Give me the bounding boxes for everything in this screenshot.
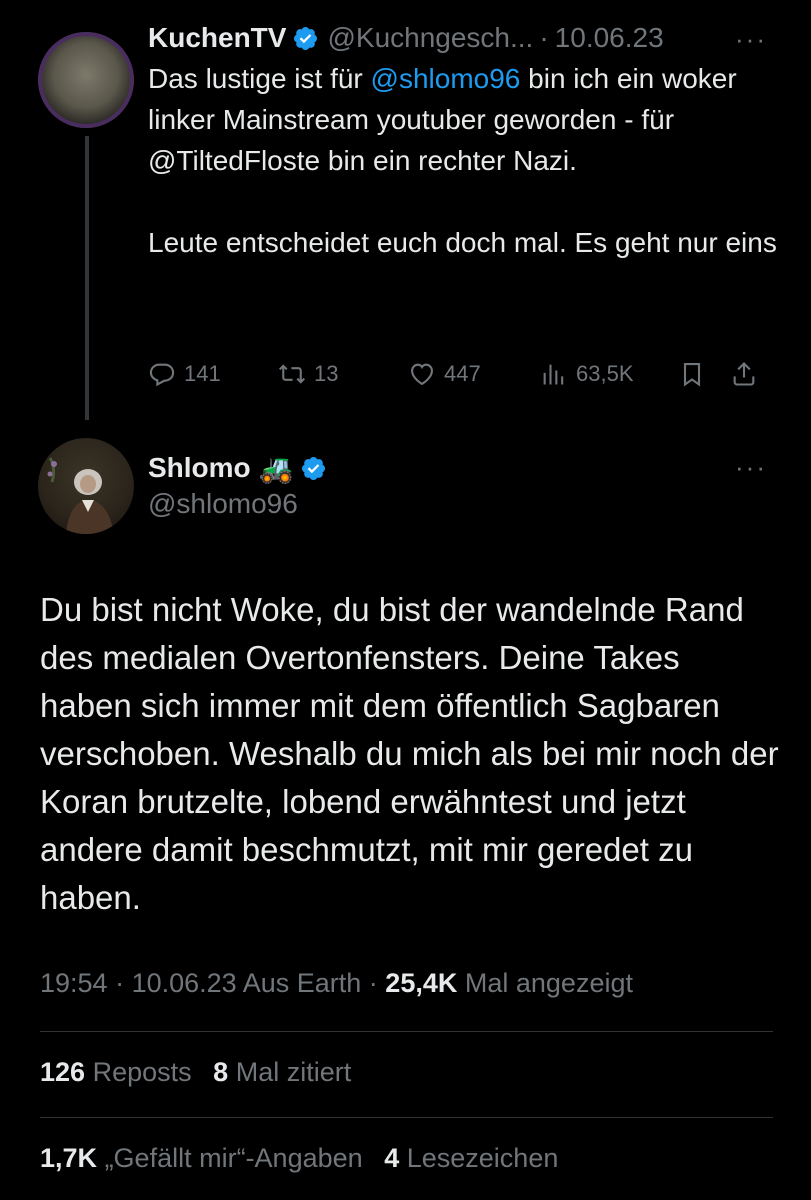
tweet2-more-icon[interactable]: ··· — [735, 452, 767, 483]
reposts-stat[interactable]: 126 Reposts — [40, 1057, 192, 1087]
bookmarks-label: Lesezeichen — [406, 1143, 559, 1173]
tweet1-handle[interactable]: @Kuchngesch... — [327, 22, 533, 54]
heart-icon — [411, 363, 433, 386]
like-stats-row: 1,7K „Gefällt mir“-Angaben 4 Lesezeichen — [40, 1143, 558, 1174]
tweet2-views-count: 25,4K — [385, 968, 458, 998]
like-count: 447 — [444, 361, 481, 386]
share-button[interactable] — [730, 360, 770, 388]
tweet1-header: KuchenTV @Kuchngesch... · 10.06.23 — [148, 18, 664, 58]
tweet2-location: Aus Earth — [242, 968, 362, 998]
repost-icon — [279, 364, 305, 384]
views-button[interactable]: 63,5K — [540, 360, 678, 388]
thread-connector-line — [85, 136, 89, 420]
reply-icon — [149, 363, 175, 387]
tweet2-time[interactable]: 19:54 — [40, 968, 108, 998]
reply-count: 141 — [184, 361, 221, 386]
likes-count: 1,7K — [40, 1143, 98, 1173]
share-icon — [733, 362, 755, 386]
divider — [40, 1117, 773, 1118]
reposts-count: 126 — [40, 1057, 86, 1087]
views-chart-icon — [543, 364, 564, 385]
bookmarks-count: 4 — [384, 1143, 400, 1173]
verified-badge-icon — [294, 26, 318, 50]
tweet1-action-bar: 141 13 447 63,5K — [148, 352, 778, 396]
verified-badge-icon — [301, 456, 325, 480]
repost-button[interactable]: 13 — [278, 360, 408, 388]
quotes-stat[interactable]: 8 Mal zitiert — [213, 1057, 351, 1087]
quotes-count: 8 — [213, 1057, 229, 1087]
tweet1-text-part1: Das lustige ist für — [148, 63, 371, 94]
likes-label: „Gefällt mir“-Angaben — [104, 1143, 363, 1173]
like-button[interactable]: 447 — [408, 360, 540, 388]
bookmark-button[interactable] — [678, 360, 730, 388]
tweet1-more-icon[interactable]: ··· — [735, 24, 767, 55]
tweet1-date[interactable]: 10.06.23 — [555, 22, 664, 54]
bookmark-icon — [683, 363, 701, 387]
quotes-label: Mal zitiert — [235, 1057, 352, 1087]
repost-count: 13 — [314, 361, 339, 386]
bookmarks-stat[interactable]: 4 Lesezeichen — [384, 1143, 558, 1173]
views-count: 63,5K — [576, 361, 634, 386]
avatar-shlomo[interactable] — [38, 438, 134, 534]
tweet1-text: Das lustige ist für @shlomo96 bin ich ei… — [148, 58, 788, 263]
reply-button[interactable]: 141 — [148, 360, 278, 388]
avatar-kuchentv[interactable] — [38, 32, 134, 128]
portrait-image — [47, 457, 114, 534]
tweet2-date[interactable]: 10.06.23 — [132, 968, 237, 998]
tweet2-display-name[interactable]: Shlomo — [148, 452, 251, 484]
tweet2-handle[interactable]: @shlomo96 — [148, 488, 298, 520]
tractor-icon: 🚜 — [258, 452, 294, 484]
divider — [40, 1031, 773, 1032]
tweet1-mention-link[interactable]: @shlomo96 — [371, 63, 521, 94]
likes-stat[interactable]: 1,7K „Gefällt mir“-Angaben — [40, 1143, 363, 1173]
tweet1-display-name[interactable]: KuchenTV — [148, 22, 286, 54]
tweet2-meta: 19:54 · 10.06.23 Aus Earth · 25,4K Mal a… — [40, 968, 633, 998]
tweet2-views-label: Mal angezeigt — [464, 968, 633, 998]
repost-stats-row: 126 Reposts 8 Mal zitiert — [40, 1057, 351, 1088]
tweet1-separator: · — [539, 22, 549, 53]
tweet2-header: Shlomo 🚜 — [148, 448, 335, 488]
reposts-label: Reposts — [92, 1057, 192, 1087]
tweet2-body: Du bist nicht Woke, du bist der wandelnd… — [40, 591, 779, 916]
